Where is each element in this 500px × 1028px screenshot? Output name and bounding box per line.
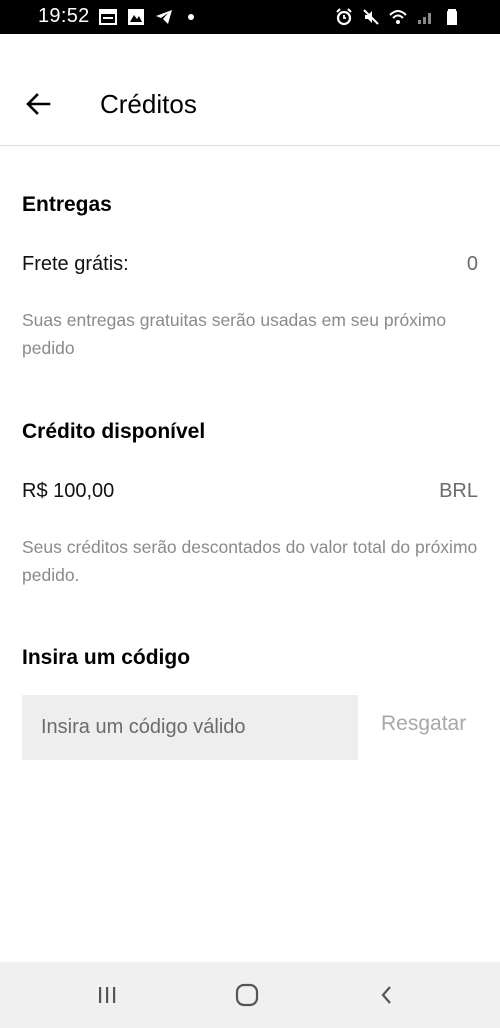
deliveries-hint: Suas entregas gratuitas serão usadas em … (22, 310, 447, 358)
status-right-icons (334, 7, 462, 27)
status-time: 19:52 (38, 5, 90, 27)
credit-section-title: Crédito disponível (22, 420, 206, 443)
signal-icon (418, 13, 431, 24)
mute-icon (363, 9, 379, 25)
credit-amount-row: R$ 100,00 BRL (22, 480, 478, 503)
home-button[interactable] (232, 980, 262, 1010)
promo-code-input[interactable] (22, 695, 358, 760)
notification-dot-icon (188, 14, 194, 20)
gallery-icon (128, 9, 144, 25)
back-icon (381, 986, 391, 1004)
telegram-icon (156, 10, 172, 24)
redeem-button[interactable]: Resgatar (381, 712, 466, 736)
status-left-icons (98, 7, 194, 27)
free-shipping-value: 0 (466, 253, 478, 275)
arrow-left-icon (26, 93, 51, 115)
credit-amount: R$ 100,00 (22, 480, 115, 502)
free-shipping-row: Frete grátis: 0 (22, 253, 478, 276)
credit-hint: Seus créditos serão descontados do valor… (22, 537, 478, 585)
battery-icon (447, 9, 457, 25)
alarm-icon (336, 8, 352, 26)
deliveries-section-title: Entregas (22, 193, 112, 216)
recent-apps-icon (99, 987, 116, 1003)
promo-section-title: Insira um código (22, 646, 191, 669)
system-nav-bar (0, 962, 500, 1028)
app-bar: Créditos (0, 34, 500, 146)
recent-apps-button[interactable] (92, 980, 122, 1010)
system-back-button[interactable] (372, 980, 402, 1010)
back-button[interactable] (20, 86, 56, 122)
credit-currency: BRL (439, 480, 478, 502)
status-bar: 19:52 (0, 0, 500, 34)
home-icon (235, 983, 259, 1007)
calendar-icon (99, 9, 117, 25)
page-title: Créditos (100, 89, 197, 119)
free-shipping-label: Frete grátis: (22, 253, 129, 275)
wifi-icon (389, 10, 407, 24)
